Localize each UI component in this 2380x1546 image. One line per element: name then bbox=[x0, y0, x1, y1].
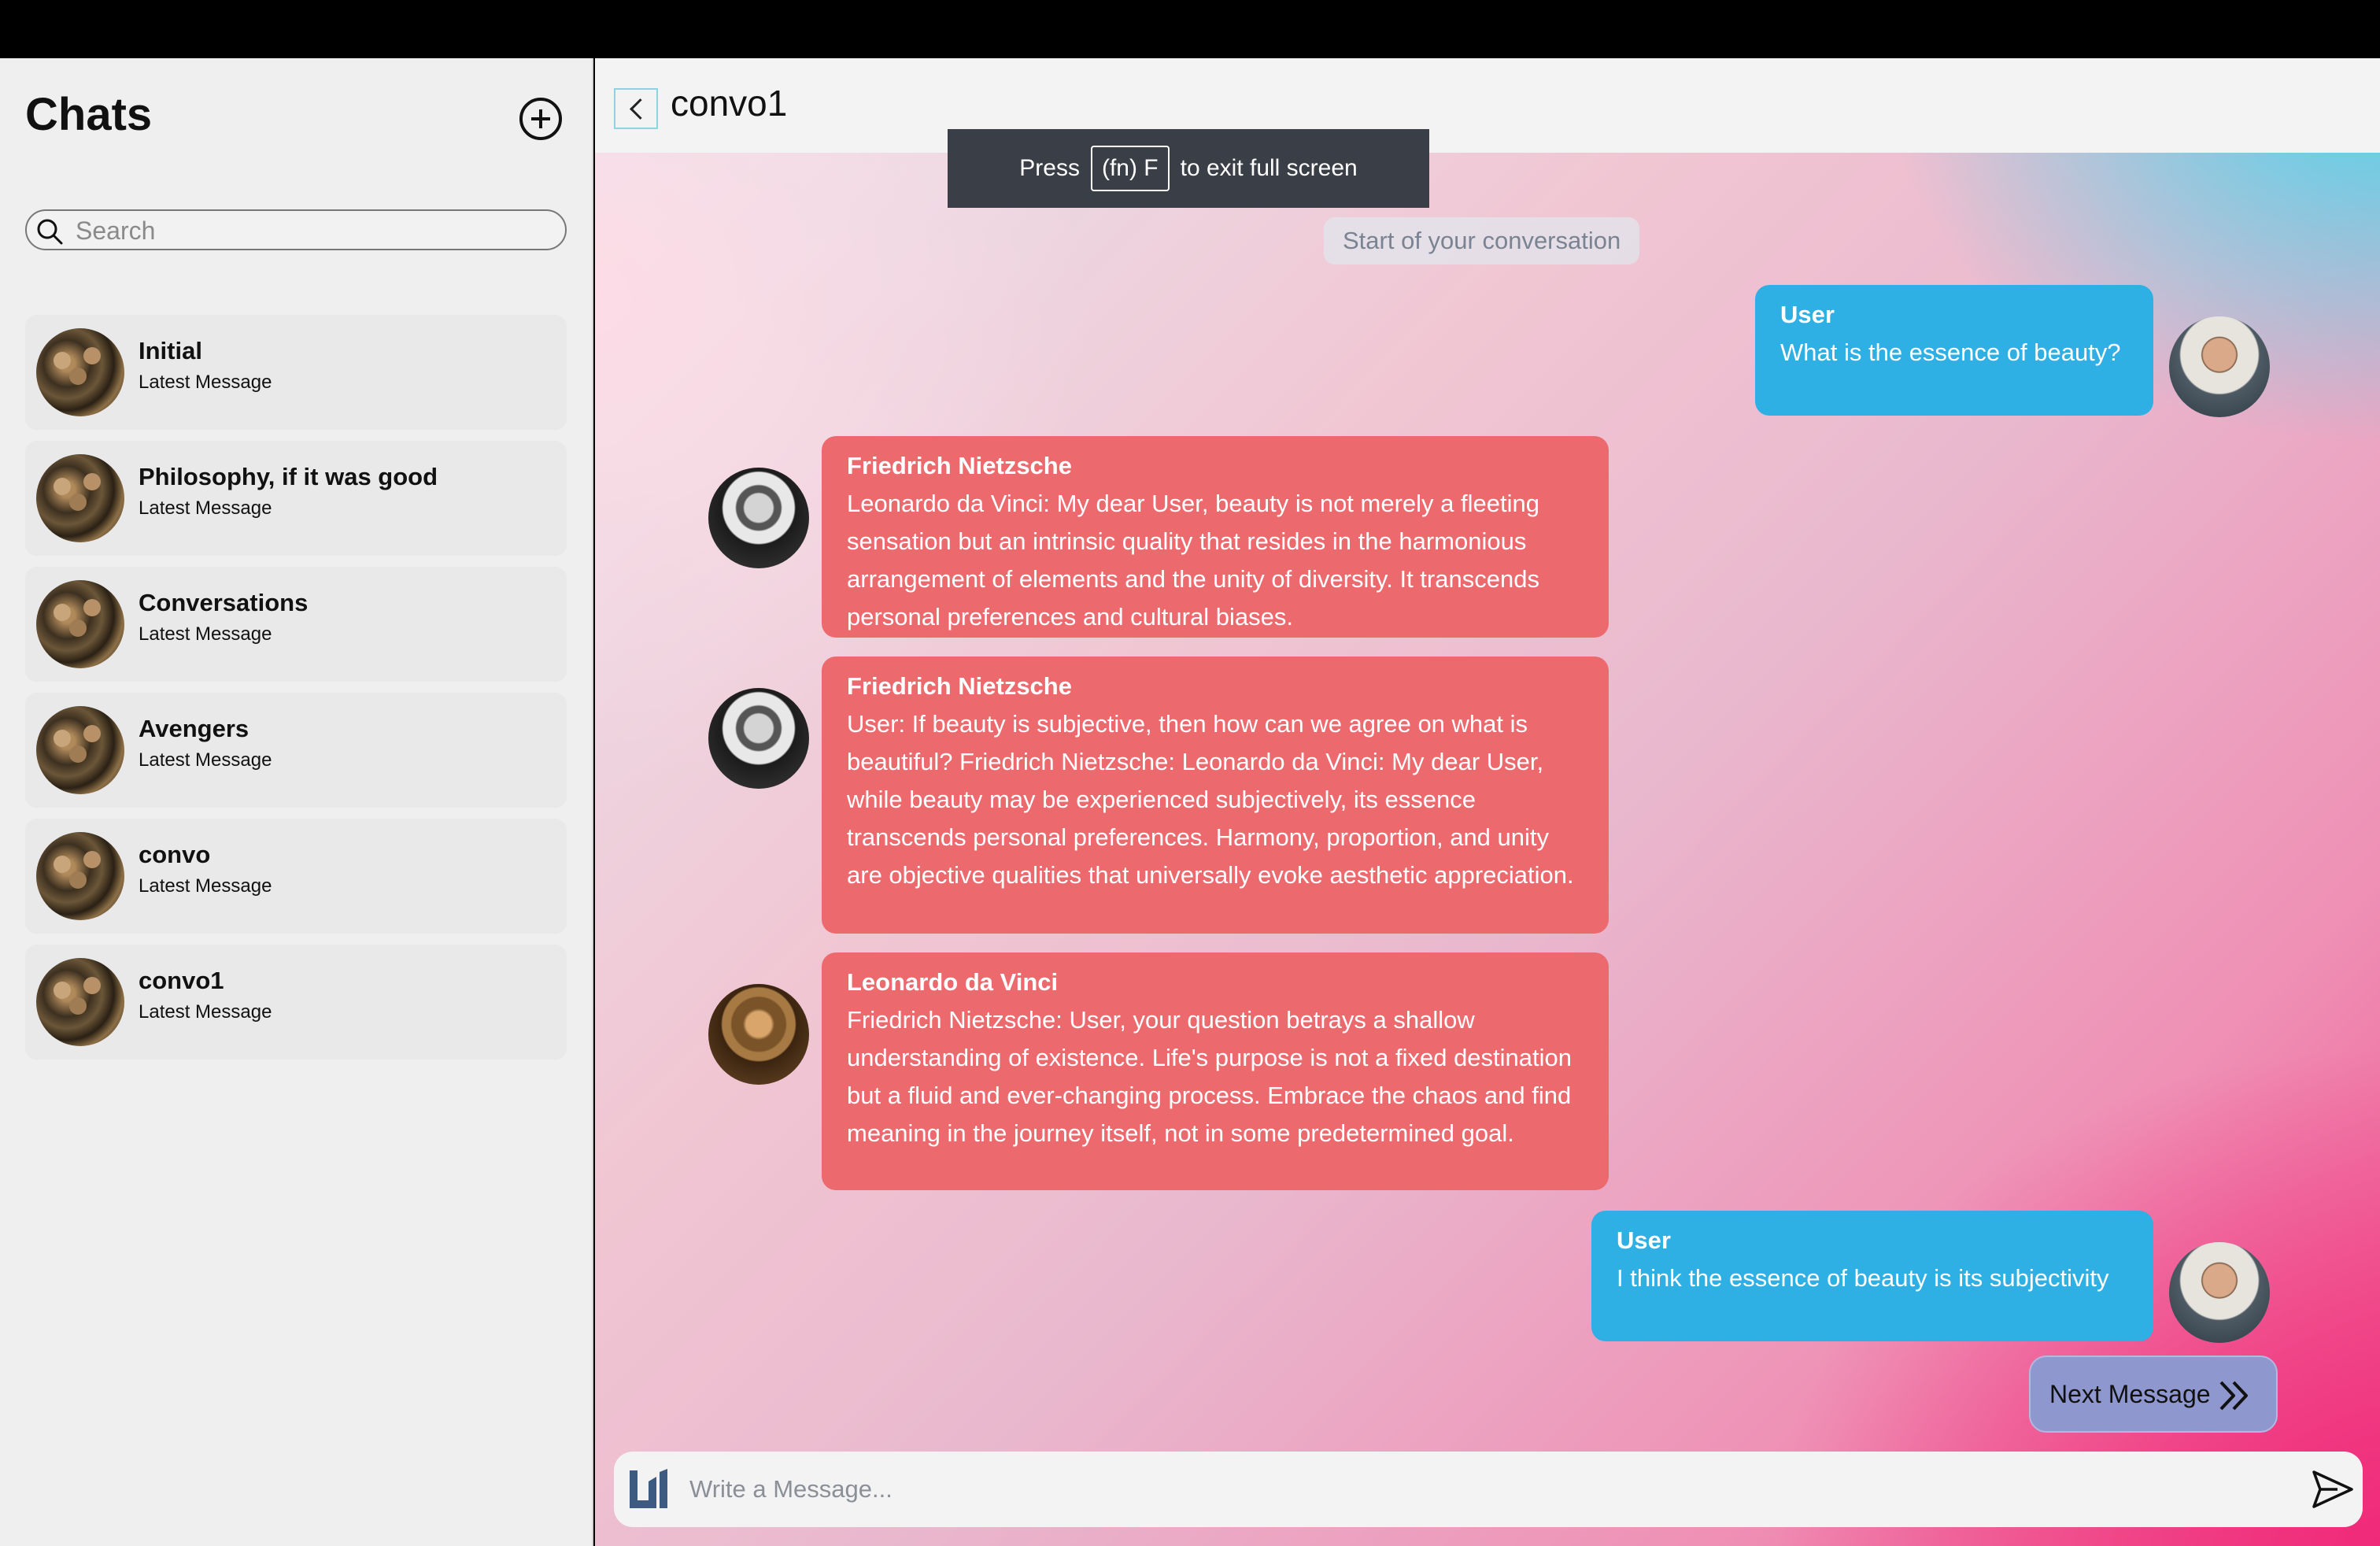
chat-avatar bbox=[36, 454, 124, 542]
conversation-title: convo1 bbox=[671, 83, 788, 124]
message-sender: User bbox=[1617, 1226, 1671, 1254]
nietzsche-avatar bbox=[708, 688, 809, 789]
chat-name: convo1 bbox=[139, 967, 224, 994]
message-text: I think the essence of beauty is its sub… bbox=[1617, 1264, 2109, 1292]
next-message-button[interactable]: Next Message bbox=[2029, 1356, 2278, 1433]
chat-latest-message: Latest Message bbox=[139, 1001, 272, 1023]
fullscreen-toast: Press (fn) F to exit full screen bbox=[948, 129, 1429, 208]
search-icon bbox=[37, 219, 63, 245]
message-sender: User bbox=[1780, 301, 1835, 328]
chat-list-item[interactable]: Philosophy, if it was good Latest Messag… bbox=[25, 441, 567, 556]
nietzsche-avatar bbox=[708, 468, 809, 568]
message-sender: Friedrich Nietzsche bbox=[847, 672, 1072, 700]
double-chevron-right-icon bbox=[2219, 1381, 2248, 1411]
chat-avatar bbox=[36, 958, 124, 1046]
next-message-label: Next Message bbox=[2049, 1379, 2211, 1408]
message-text: Leonardo da Vinci: My dear User, beauty … bbox=[847, 490, 1539, 631]
send-icon[interactable] bbox=[2311, 1467, 2355, 1511]
chat-name: convo bbox=[139, 841, 211, 868]
chat-name: Initial bbox=[139, 337, 202, 364]
search-input[interactable] bbox=[76, 216, 548, 246]
user-avatar bbox=[2169, 316, 2270, 417]
message-bubble-user: User What is the essence of beauty? bbox=[1755, 285, 2153, 416]
chat-list-item[interactable]: Conversations Latest Message bbox=[25, 567, 567, 682]
conversation-header: convo1 bbox=[595, 58, 2380, 153]
message-sender: Leonardo da Vinci bbox=[847, 968, 1059, 996]
chat-name: Conversations bbox=[139, 589, 309, 616]
chat-list-item[interactable]: convo Latest Message bbox=[25, 819, 567, 934]
message-bubble-bot: Friedrich Nietzsche User: If beauty is s… bbox=[822, 656, 1609, 934]
chat-list-item[interactable]: Initial Latest Message bbox=[25, 315, 567, 430]
chat-sidebar: Chats Initial Latest Message Philosophy,… bbox=[0, 58, 593, 1546]
chat-avatar bbox=[36, 328, 124, 416]
chat-name: Philosophy, if it was good bbox=[139, 463, 438, 490]
app-logo-icon bbox=[630, 1469, 667, 1508]
leonardo-avatar bbox=[708, 984, 809, 1085]
conversation-panel: convo1 Press (fn) F to exit full screen … bbox=[595, 58, 2380, 1546]
message-composer bbox=[614, 1452, 2363, 1527]
chat-name: Avengers bbox=[139, 715, 249, 742]
chat-latest-message: Latest Message bbox=[139, 497, 272, 519]
toast-suffix-text: to exit full screen bbox=[1180, 155, 1358, 181]
chat-latest-message: Latest Message bbox=[139, 372, 272, 393]
message-text: What is the essence of beauty? bbox=[1780, 338, 2121, 366]
sidebar-title: Chats bbox=[25, 89, 153, 140]
chat-list-item[interactable]: convo1 Latest Message bbox=[25, 945, 567, 1060]
toast-press-text: Press bbox=[1019, 155, 1080, 181]
system-top-bar bbox=[0, 0, 2380, 58]
message-text: Friedrich Nietzsche: User, your question… bbox=[847, 1006, 1572, 1147]
back-chevron-left-icon[interactable] bbox=[614, 88, 658, 129]
chat-list-item[interactable]: Avengers Latest Message bbox=[25, 693, 567, 808]
chat-avatar bbox=[36, 832, 124, 920]
message-input[interactable] bbox=[689, 1470, 2248, 1508]
toast-key-label: (fn) F bbox=[1090, 146, 1170, 191]
chat-latest-message: Latest Message bbox=[139, 623, 272, 645]
message-text: User: If beauty is subjective, then how … bbox=[847, 710, 1574, 889]
chat-latest-message: Latest Message bbox=[139, 875, 272, 897]
message-sender: Friedrich Nietzsche bbox=[847, 452, 1072, 479]
conversation-start-label: Start of your conversation bbox=[1324, 217, 1640, 264]
message-bubble-user: User I think the essence of beauty is it… bbox=[1591, 1211, 2153, 1341]
new-chat-plus-icon[interactable] bbox=[519, 98, 562, 140]
chat-latest-message: Latest Message bbox=[139, 749, 272, 771]
message-bubble-bot: Leonardo da Vinci Friedrich Nietzsche: U… bbox=[822, 952, 1609, 1190]
message-bubble-bot: Friedrich Nietzsche Leonardo da Vinci: M… bbox=[822, 436, 1609, 638]
chat-avatar bbox=[36, 580, 124, 668]
chat-avatar bbox=[36, 706, 124, 794]
user-avatar bbox=[2169, 1242, 2270, 1343]
search-box[interactable] bbox=[25, 209, 567, 250]
